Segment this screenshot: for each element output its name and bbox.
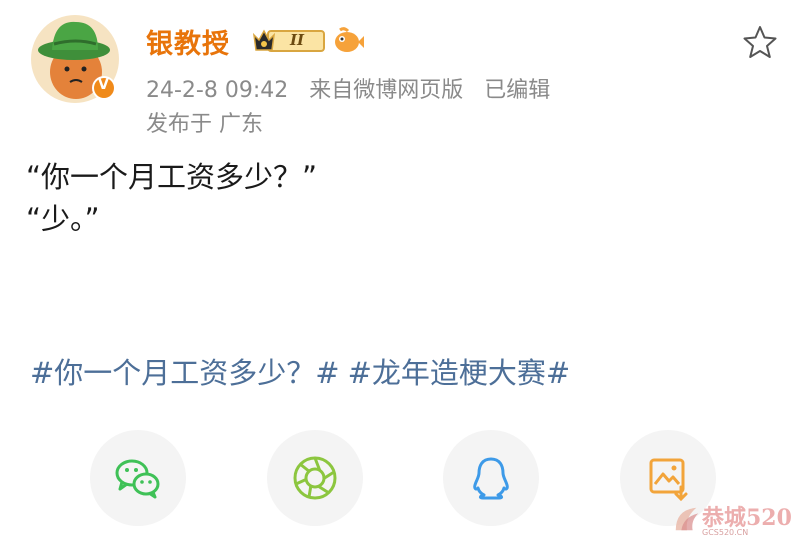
content-line: “少。” — [26, 202, 100, 236]
post-timestamp: 24-2-8 09:42 — [146, 78, 289, 103]
avatar[interactable]: V — [30, 14, 120, 104]
share-moments-button[interactable] — [267, 430, 363, 526]
content-line: “你一个月工资多少？” — [26, 160, 318, 194]
hashtag-list: #你一个月工资多少？# #龙年造梗大赛# — [30, 350, 578, 392]
wechat-icon — [115, 459, 160, 499]
share-wechat-button[interactable] — [90, 430, 186, 526]
post-content: “你一个月工资多少？” “少。” — [26, 156, 317, 240]
post-source: 来自微博网页版 — [309, 78, 464, 103]
verified-badge: V — [98, 77, 109, 93]
post-meta: 24-2-8 09:42 来自微博网页版 已编辑 — [146, 72, 564, 104]
qq-icon — [473, 457, 509, 500]
fish-badge-icon[interactable] — [332, 26, 364, 56]
post-location: 发布于 广东 — [146, 112, 263, 137]
watermark-subtext: GCS520.CN — [702, 528, 749, 537]
author-name[interactable]: 银教授 — [146, 22, 230, 61]
hashtag-link[interactable]: #你一个月工资多少？# — [30, 356, 340, 390]
membership-badge[interactable]: II — [250, 26, 328, 56]
post-edited-label[interactable]: 已编辑 — [484, 78, 550, 103]
level-badge-text: II — [290, 31, 305, 49]
hashtag-link[interactable]: #龙年造梗大赛# — [348, 356, 571, 390]
moments-icon — [293, 456, 337, 500]
share-qq-button[interactable] — [443, 430, 539, 526]
favorite-star-icon[interactable] — [742, 24, 778, 60]
